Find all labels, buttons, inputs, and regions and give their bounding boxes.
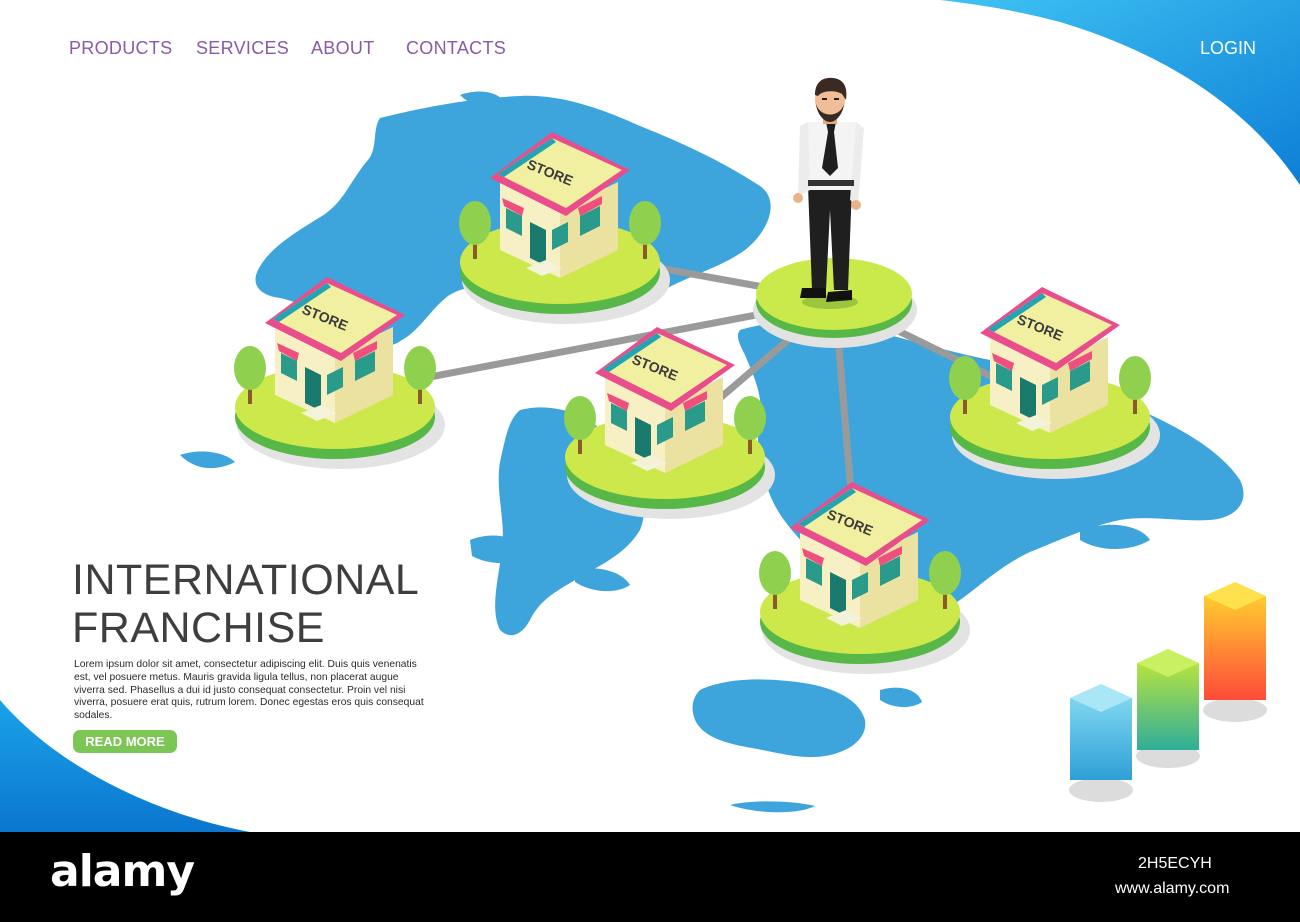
nav-services[interactable]: SERVICES bbox=[196, 38, 289, 59]
nav-products[interactable]: PRODUCTS bbox=[69, 38, 172, 59]
landing-page: STORE STORE STORE STORE STORE PRODUCTS S… bbox=[0, 0, 1300, 832]
read-more-button[interactable]: READ MORE bbox=[73, 730, 177, 753]
hero-title: INTERNATIONAL FRANCHISE bbox=[72, 556, 419, 652]
nav-contacts[interactable]: CONTACTS bbox=[406, 38, 506, 59]
hero-title-line2: FRANCHISE bbox=[72, 604, 325, 652]
watermark-logo: alamy bbox=[50, 846, 195, 897]
watermark-footer bbox=[0, 832, 1300, 922]
hero-body-text: Lorem ipsum dolor sit amet, consectetur … bbox=[74, 659, 424, 722]
watermark-url: www.alamy.com bbox=[1115, 880, 1230, 897]
hero-title-line1: INTERNATIONAL bbox=[72, 556, 420, 604]
nav-about[interactable]: ABOUT bbox=[311, 38, 375, 59]
watermark-image-id: 2H5ECYH bbox=[1138, 855, 1212, 872]
login-link[interactable]: LOGIN bbox=[1200, 38, 1256, 59]
